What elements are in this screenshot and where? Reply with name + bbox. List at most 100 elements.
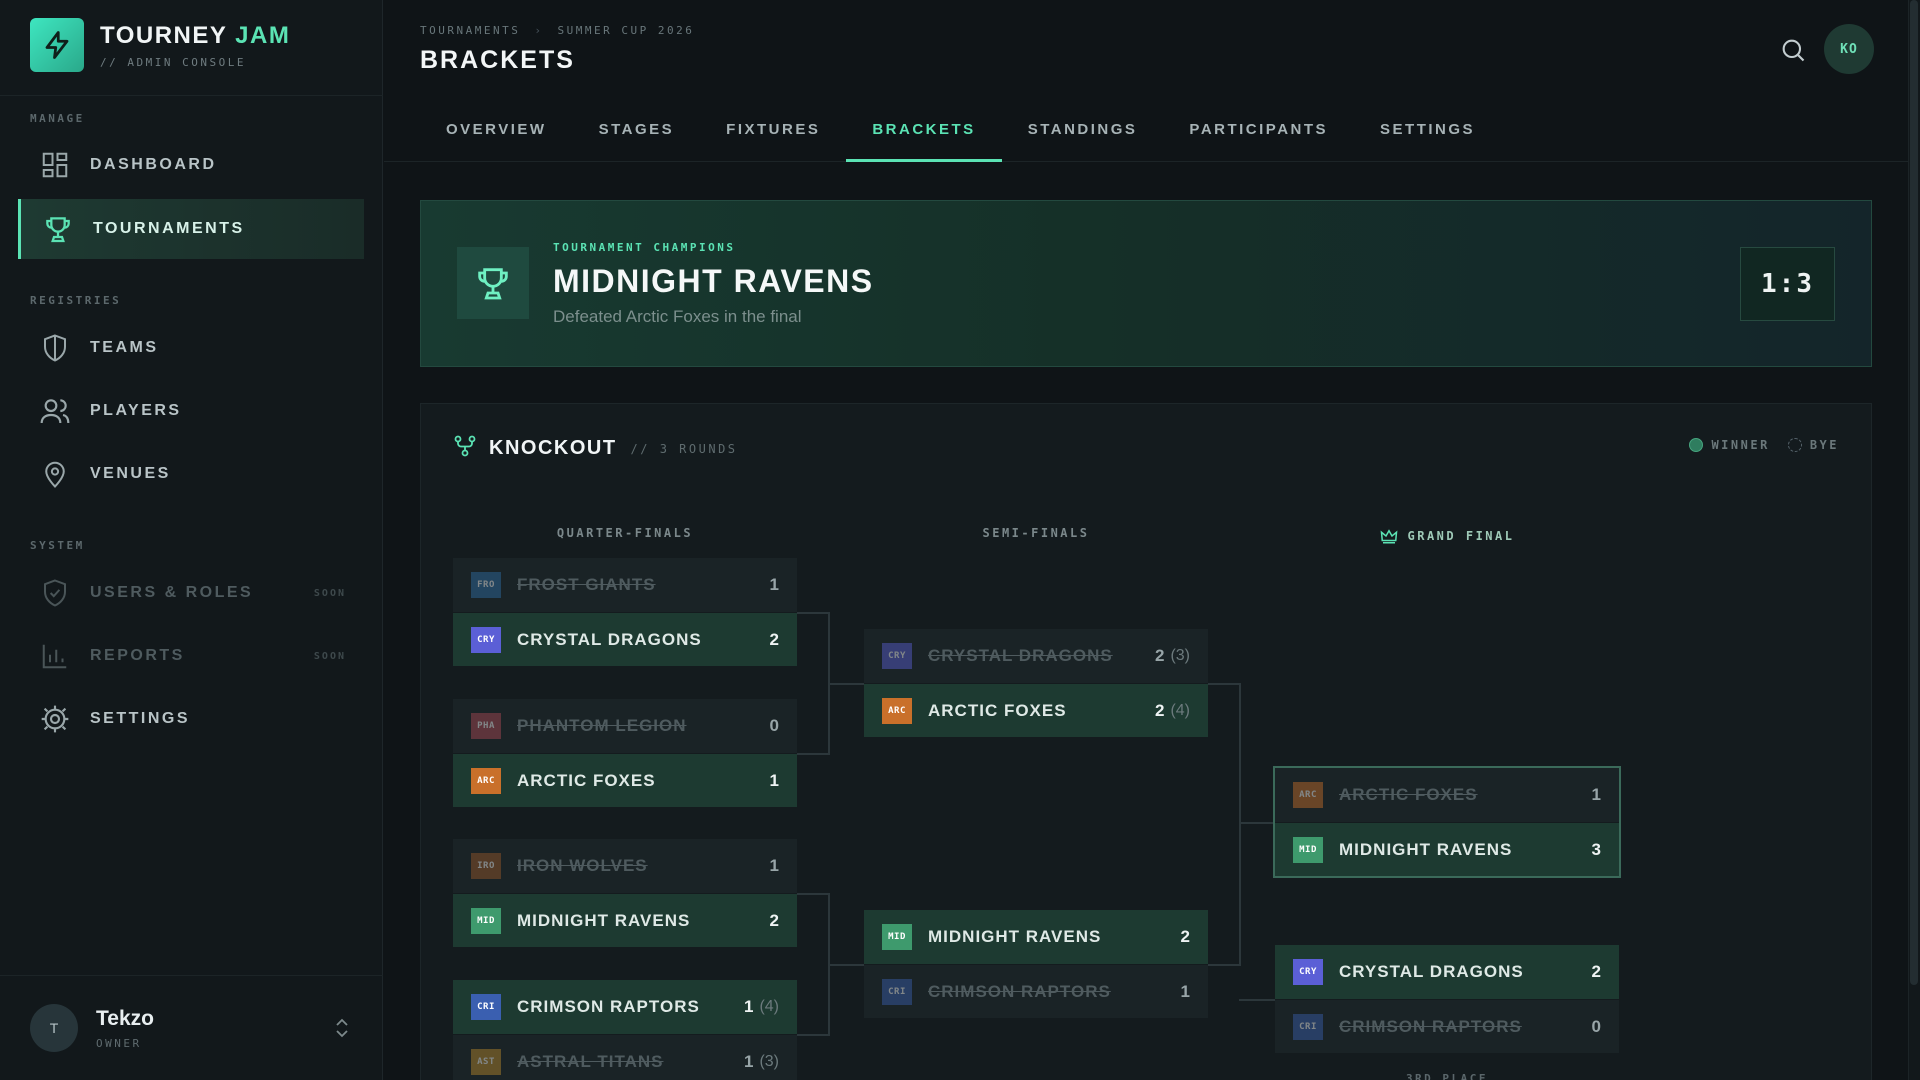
sidebar-item-tournaments[interactable]: TOURNAMENTS bbox=[18, 199, 364, 259]
breadcrumb-separator-icon: › bbox=[534, 24, 544, 37]
match-qf3[interactable]: IRO IRON WOLVES 1 MID MIDNIGHT RAVENS 2 bbox=[453, 839, 797, 947]
chevron-up-down-icon[interactable] bbox=[333, 1016, 351, 1045]
team-row[interactable]: CRI CRIMSON RAPTORS 1 bbox=[864, 964, 1208, 1018]
breadcrumb-item-current[interactable]: SUMMER CUP 2026 bbox=[557, 24, 694, 37]
sidebar-item-label: DASHBOARD bbox=[90, 156, 217, 173]
team-row[interactable]: ARC ARCTIC FOXES 1 bbox=[1275, 768, 1619, 822]
tab-standings[interactable]: STANDINGS bbox=[1002, 96, 1164, 162]
team-row[interactable]: MID MIDNIGHT RAVENS 2 bbox=[864, 910, 1208, 964]
sidebar-item-venues[interactable]: VENUES bbox=[18, 444, 364, 504]
team-score: 1 bbox=[743, 1051, 754, 1071]
team-row[interactable]: MID MIDNIGHT RAVENS 2 bbox=[453, 893, 797, 947]
team-name: MIDNIGHT RAVENS bbox=[928, 927, 1102, 946]
team-row[interactable]: MID MIDNIGHT RAVENS 3 bbox=[1275, 822, 1619, 876]
team-name: MIDNIGHT RAVENS bbox=[517, 910, 691, 930]
sidebar-item-teams[interactable]: TEAMS bbox=[18, 318, 364, 378]
penalty-score: (4) bbox=[759, 998, 779, 1015]
team-name: PHANTOM LEGION bbox=[517, 716, 687, 735]
avatar: T bbox=[30, 1004, 78, 1052]
tab-settings[interactable]: SETTINGS bbox=[1354, 96, 1501, 162]
team-row[interactable]: CRY CRYSTAL DRAGONS 2 bbox=[453, 612, 797, 666]
team-name: ARCTIC FOXES bbox=[1339, 785, 1478, 804]
sidebar-item-dashboard[interactable]: DASHBOARD bbox=[18, 135, 364, 195]
brand[interactable]: TOURNEY JAM // ADMIN CONSOLE bbox=[30, 18, 290, 72]
team-badge: MID bbox=[882, 924, 912, 950]
avatar[interactable]: KO bbox=[1824, 24, 1874, 74]
team-badge: MID bbox=[1293, 836, 1323, 863]
tab-participants[interactable]: PARTICIPANTS bbox=[1163, 96, 1354, 162]
search-icon[interactable] bbox=[1773, 30, 1813, 70]
match-qf2[interactable]: PHA PHANTOM LEGION 0 ARC ARCTIC FOXES 1 bbox=[453, 699, 797, 807]
penalty-score: (3) bbox=[1170, 647, 1190, 664]
user-menu[interactable]: T Tekzo OWNER bbox=[0, 975, 383, 1080]
team-row[interactable]: ARC ARCTIC FOXES 1 bbox=[453, 753, 797, 807]
tab-stages[interactable]: STAGES bbox=[573, 96, 701, 162]
sidebar-item-settings[interactable]: SETTINGS bbox=[18, 689, 364, 749]
sidebar-item-players[interactable]: PLAYERS bbox=[18, 381, 364, 441]
team-row[interactable]: CRY CRYSTAL DRAGONS 2 bbox=[1275, 945, 1619, 999]
connector bbox=[797, 1034, 829, 1036]
team-badge: CRI bbox=[471, 994, 501, 1020]
sidebar-item-label: PLAYERS bbox=[90, 402, 182, 419]
penalty-score: (4) bbox=[1170, 701, 1190, 719]
team-score: 2 bbox=[1154, 700, 1165, 720]
team-row[interactable]: ARC ARCTIC FOXES 2 (4) bbox=[864, 683, 1208, 737]
connector bbox=[828, 964, 864, 966]
team-badge: CRI bbox=[1293, 1013, 1323, 1040]
connector bbox=[1239, 999, 1275, 1001]
page-header: TOURNAMENTS › SUMMER CUP 2026 BRACKETS K… bbox=[384, 0, 1920, 162]
team-row[interactable]: CRI CRIMSON RAPTORS 0 bbox=[1275, 999, 1619, 1053]
team-row[interactable]: CRI CRIMSON RAPTORS 1 (4) bbox=[453, 980, 797, 1034]
bar-chart-icon bbox=[38, 639, 72, 673]
round-label-qf: QUARTER-FINALS bbox=[556, 526, 694, 540]
connector bbox=[828, 683, 864, 685]
brand-title: TOURNEY bbox=[100, 21, 227, 49]
team-name: MIDNIGHT RAVENS bbox=[1339, 839, 1513, 859]
round-label-gf-text: GRAND FINAL bbox=[1407, 529, 1515, 543]
sidebar-item-reports[interactable]: REPORTS SOON bbox=[18, 626, 364, 686]
tab-brackets[interactable]: BRACKETS bbox=[846, 96, 1003, 162]
scrollbar[interactable] bbox=[1908, 0, 1920, 1080]
user-name: Tekzo bbox=[96, 1006, 154, 1030]
team-row[interactable]: IRO IRON WOLVES 1 bbox=[453, 839, 797, 893]
knockout-panel: KNOCKOUT // 3 ROUNDS WINNER BYE QUARTER-… bbox=[420, 403, 1872, 1080]
sidebar-item-label: TEAMS bbox=[90, 339, 159, 356]
knockout-title: KNOCKOUT bbox=[489, 437, 617, 459]
bolt-logo-icon bbox=[30, 18, 84, 72]
match-grand-final[interactable]: ARC ARCTIC FOXES 1 MID MIDNIGHT RAVENS 3 bbox=[1273, 766, 1621, 878]
breadcrumb-item-tournaments[interactable]: TOURNAMENTS bbox=[420, 24, 520, 37]
scrollbar-thumb[interactable] bbox=[1910, 0, 1918, 985]
match-qf1[interactable]: FRO FROST GIANTS 1 CRY CRYSTAL DRAGONS 2 bbox=[453, 558, 797, 666]
team-badge: IRO bbox=[471, 853, 501, 879]
sidebar: TOURNEY JAM // ADMIN CONSOLE MANAGE DASH… bbox=[0, 0, 383, 1080]
team-badge: CRY bbox=[471, 626, 501, 653]
sidebar-item-users-roles[interactable]: USERS & ROLES SOON bbox=[18, 563, 364, 623]
team-badge: CRY bbox=[1293, 959, 1323, 985]
shield-check-icon bbox=[38, 576, 72, 610]
team-name: ARCTIC FOXES bbox=[517, 770, 656, 790]
team-row[interactable]: PHA PHANTOM LEGION 0 bbox=[453, 699, 797, 753]
team-name: CRIMSON RAPTORS bbox=[517, 997, 700, 1016]
section-label-manage: MANAGE bbox=[30, 112, 85, 125]
team-name: CRYSTAL DRAGONS bbox=[517, 629, 702, 649]
crown-icon bbox=[1380, 528, 1398, 544]
team-badge: FRO bbox=[471, 572, 501, 598]
team-badge: CRY bbox=[882, 643, 912, 669]
team-row[interactable]: CRY CRYSTAL DRAGONS 2 (3) bbox=[864, 629, 1208, 683]
team-row[interactable]: FRO FROST GIANTS 1 bbox=[453, 558, 797, 612]
team-badge: PHA bbox=[471, 713, 501, 739]
match-sf2[interactable]: MID MIDNIGHT RAVENS 2 CRI CRIMSON RAPTORS 1 bbox=[864, 910, 1208, 1018]
connector bbox=[797, 612, 829, 614]
team-name: CRYSTAL DRAGONS bbox=[928, 646, 1113, 665]
team-score: 1 bbox=[769, 856, 779, 875]
team-row[interactable]: AST ASTRAL TITANS 1 (3) bbox=[453, 1034, 797, 1080]
tab-fixtures[interactable]: FIXTURES bbox=[700, 96, 846, 162]
tab-overview[interactable]: OVERVIEW bbox=[420, 96, 573, 162]
match-sf1[interactable]: CRY CRYSTAL DRAGONS 2 (3) ARC ARCTIC FOXES 2 (4… bbox=[864, 629, 1208, 737]
team-name: CRIMSON RAPTORS bbox=[928, 981, 1111, 1001]
match-third-place[interactable]: CRY CRYSTAL DRAGONS 2 CRI CRIMSON RAPTORS 0 bbox=[1275, 945, 1619, 1053]
team-name: ARCTIC FOXES bbox=[928, 700, 1067, 720]
team-score: 2 bbox=[1591, 962, 1601, 981]
champion-banner: TOURNAMENT CHAMPIONS MIDNIGHT RAVENS Def… bbox=[420, 200, 1872, 367]
match-qf4[interactable]: CRI CRIMSON RAPTORS 1 (4) AST ASTRAL TITANS 1 (… bbox=[453, 980, 797, 1080]
